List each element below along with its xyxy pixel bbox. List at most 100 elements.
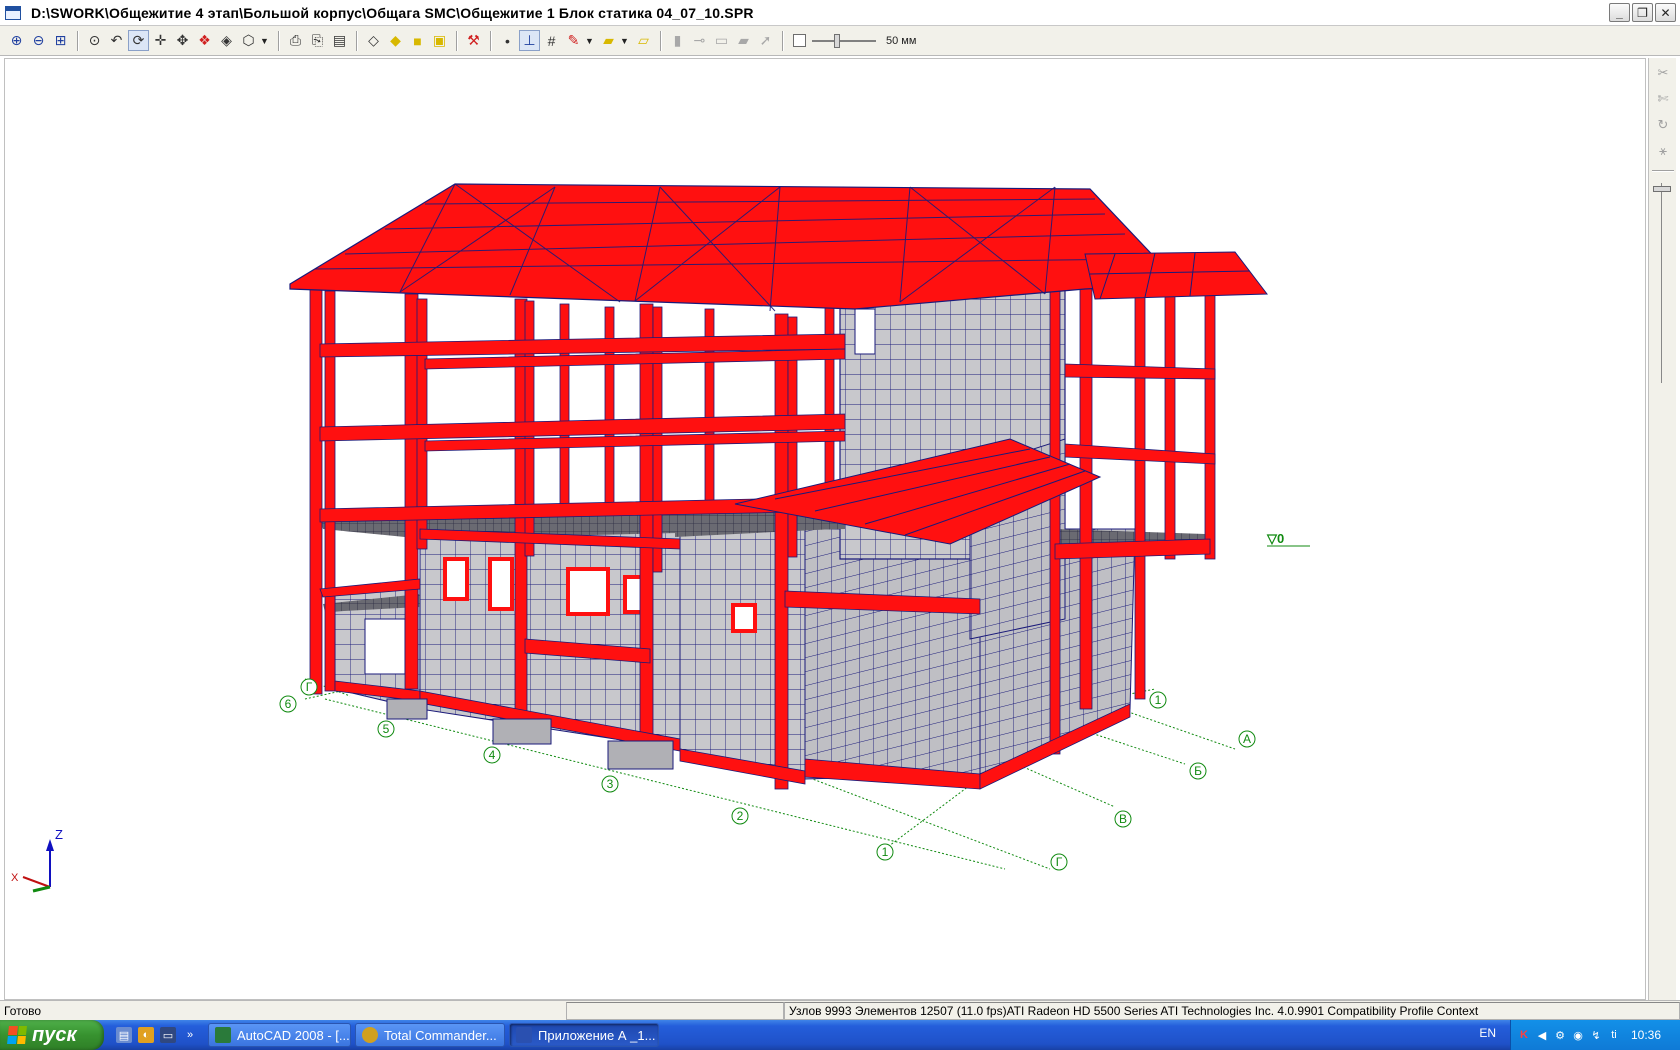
wireframe-icon[interactable]: ◇ xyxy=(363,30,384,51)
toolbar-separator xyxy=(490,30,492,51)
task-label: AutoCAD 2008 - [... xyxy=(237,1027,350,1043)
more-chevron-icon[interactable]: » xyxy=(182,1027,198,1043)
pencil-dropdown-icon[interactable]: ▼ xyxy=(585,36,595,46)
grid-bubble-label: 5 xyxy=(383,722,390,736)
grid-bubble: 5 xyxy=(377,720,395,738)
fragment-icon[interactable]: ◈ xyxy=(216,30,237,51)
safely-remove-icon[interactable]: ↯ xyxy=(1589,1028,1603,1042)
scale-slider-handle[interactable] xyxy=(834,33,840,48)
link-icon[interactable]: ⊸ xyxy=(689,30,710,51)
status-model-info: Узлов 9993 Элементов 12507 (11.0 fps)ATI… xyxy=(784,1001,1680,1020)
task-label: Total Commander... xyxy=(384,1027,497,1043)
language-indicator[interactable]: EN xyxy=(1479,1026,1496,1040)
minimize-button[interactable]: _ xyxy=(1609,3,1630,22)
scale-checkbox[interactable] xyxy=(793,34,806,47)
eraser-dropdown-icon[interactable]: ▼ xyxy=(620,36,630,46)
grid-bubble-label: Г xyxy=(306,680,313,694)
pencil-icon[interactable]: ✎ xyxy=(563,30,584,51)
solid-cube-icon[interactable]: ■ xyxy=(407,30,428,51)
rotate-tool-icon[interactable]: ↻ xyxy=(1652,114,1674,136)
maximize-button[interactable]: ❐ xyxy=(1632,3,1653,22)
projection-dropdown-icon[interactable]: ▼ xyxy=(260,36,270,46)
windows-taskbar: пуск ▤ ◐ ▭ » AutoCAD 2008 - [... Total C… xyxy=(0,1020,1680,1050)
grid-bubble-label: 6 xyxy=(285,697,292,711)
mesh-grid-icon[interactable]: # xyxy=(541,30,562,51)
vertical-slider[interactable] xyxy=(1661,183,1665,383)
toolbar-separator xyxy=(456,30,458,51)
antivirus-icon[interactable]: K xyxy=(1517,1028,1531,1042)
grid-bubble-label: Б xyxy=(1194,764,1202,778)
hammer-icon[interactable]: ⚒ xyxy=(463,30,484,51)
box-cube-icon[interactable]: ▣ xyxy=(429,30,450,51)
clock[interactable]: 10:36 xyxy=(1631,1028,1661,1042)
status-ready: Готово xyxy=(4,1003,42,1018)
print-icon[interactable]: ⎙ xyxy=(285,30,306,51)
autocad-icon xyxy=(215,1027,231,1043)
zoom-previous-icon[interactable]: ↶ xyxy=(106,30,127,51)
task-total-commander[interactable]: Total Commander... xyxy=(355,1023,505,1047)
measure-icon[interactable]: ▮ xyxy=(667,30,688,51)
toolbar-separator xyxy=(660,30,662,51)
volume-icon[interactable]: ◀ xyxy=(1535,1028,1549,1042)
pan-icon[interactable]: ✛ xyxy=(150,30,171,51)
task-word-document[interactable]: Приложение А _1... xyxy=(509,1023,659,1047)
grid-bubble: Б xyxy=(1189,762,1207,780)
app-window-icon[interactable] xyxy=(5,5,21,20)
box-icon[interactable]: ▭ xyxy=(711,30,732,51)
scale-slider[interactable] xyxy=(812,33,876,48)
window-switch-icon[interactable]: ▭ xyxy=(160,1027,176,1043)
node-point-icon[interactable]: • xyxy=(497,30,518,51)
zoom-window-icon[interactable]: ⊞ xyxy=(50,30,71,51)
start-label: пуск xyxy=(32,1023,77,1046)
title-bar[interactable]: D:\SWORK\Общежитие 4 этап\Большой корпус… xyxy=(0,0,1680,26)
tray-app-icon[interactable]: ti xyxy=(1607,1028,1621,1042)
layer-icon[interactable]: ▱ xyxy=(633,30,654,51)
zoom-in-icon[interactable]: ⊕ xyxy=(6,30,27,51)
grid-bubble: А xyxy=(1238,730,1256,748)
zoom-all-icon[interactable]: ⊙ xyxy=(84,30,105,51)
split-tool-icon[interactable]: ✄ xyxy=(1652,88,1674,110)
status-empty-pane xyxy=(566,1001,784,1020)
model-canvas[interactable]: ▽0 Г 6 5 4 3 2 1 Г 1 А Б В Z X xyxy=(5,59,1646,1000)
filter-icon[interactable]: ❖ xyxy=(194,30,215,51)
shade-icon[interactable]: ◆ xyxy=(385,30,406,51)
level-mark: ▽0 xyxy=(1266,531,1310,547)
grid-bubble-label: 1 xyxy=(882,845,889,859)
mirror-tool-icon[interactable]: ⚹ xyxy=(1652,140,1674,162)
cut-tool-icon[interactable]: ✂ xyxy=(1652,62,1674,84)
eraser-icon[interactable]: ▰ xyxy=(598,30,619,51)
grid-bubble: 6 xyxy=(279,695,297,713)
projection-icon[interactable]: ⬡ xyxy=(238,30,259,51)
task-autocad[interactable]: AutoCAD 2008 - [... xyxy=(208,1023,351,1047)
slab-icon[interactable]: ▰ xyxy=(733,30,754,51)
application-window: D:\SWORK\Общежитие 4 этап\Большой корпус… xyxy=(0,0,1680,1050)
vertical-slider-handle[interactable] xyxy=(1653,186,1671,192)
arrow-tool-icon[interactable]: ➚ xyxy=(755,30,776,51)
toolbar-separator xyxy=(356,30,358,51)
grid-bubble: Г xyxy=(300,678,318,696)
show-desktop-icon[interactable]: ▤ xyxy=(116,1027,132,1043)
network-icon[interactable]: ⚙ xyxy=(1553,1028,1567,1042)
system-tray: K ◀ ⚙ ◉ ↯ ti 10:36 xyxy=(1510,1020,1680,1050)
window-controls: _ ❐ ✕ xyxy=(1609,3,1676,22)
grid-bubble: 2 xyxy=(731,807,749,825)
zoom-out-icon[interactable]: ⊖ xyxy=(28,30,49,51)
rotate-icon[interactable]: ⟳ xyxy=(128,30,149,51)
close-button[interactable]: ✕ xyxy=(1655,3,1676,22)
toolbar-separator xyxy=(1652,170,1674,172)
print-preview-icon[interactable]: ⎘ xyxy=(307,30,328,51)
model-viewport[interactable]: ▽0 Г 6 5 4 3 2 1 Г 1 А Б В Z X xyxy=(4,58,1646,1000)
main-toolbar: ⊕ ⊖ ⊞ ⊙ ↶ ⟳ ✛ ✥ ❖ ◈ ⬡ ▼ ⎙ ⎘ ▤ ◇ ◆ ■ ▣ ⚒ … xyxy=(0,26,1680,56)
update-icon[interactable]: ◉ xyxy=(1571,1028,1585,1042)
document-icon[interactable]: ▤ xyxy=(329,30,350,51)
node-numbers-icon[interactable]: ⊥ xyxy=(519,30,540,51)
word-icon xyxy=(516,1027,532,1043)
start-button[interactable]: пуск xyxy=(0,1020,104,1050)
toolbar-separator xyxy=(77,30,79,51)
grid-bubble-label: Г xyxy=(1056,855,1063,869)
status-bar: Готово Узлов 9993 Элементов 12507 (11.0 … xyxy=(0,1000,1680,1020)
browser-icon[interactable]: ◐ xyxy=(138,1027,154,1043)
select-icon[interactable]: ✥ xyxy=(172,30,193,51)
grid-bubble: 1 xyxy=(1149,691,1167,709)
task-label: Приложение А _1... xyxy=(538,1027,656,1043)
